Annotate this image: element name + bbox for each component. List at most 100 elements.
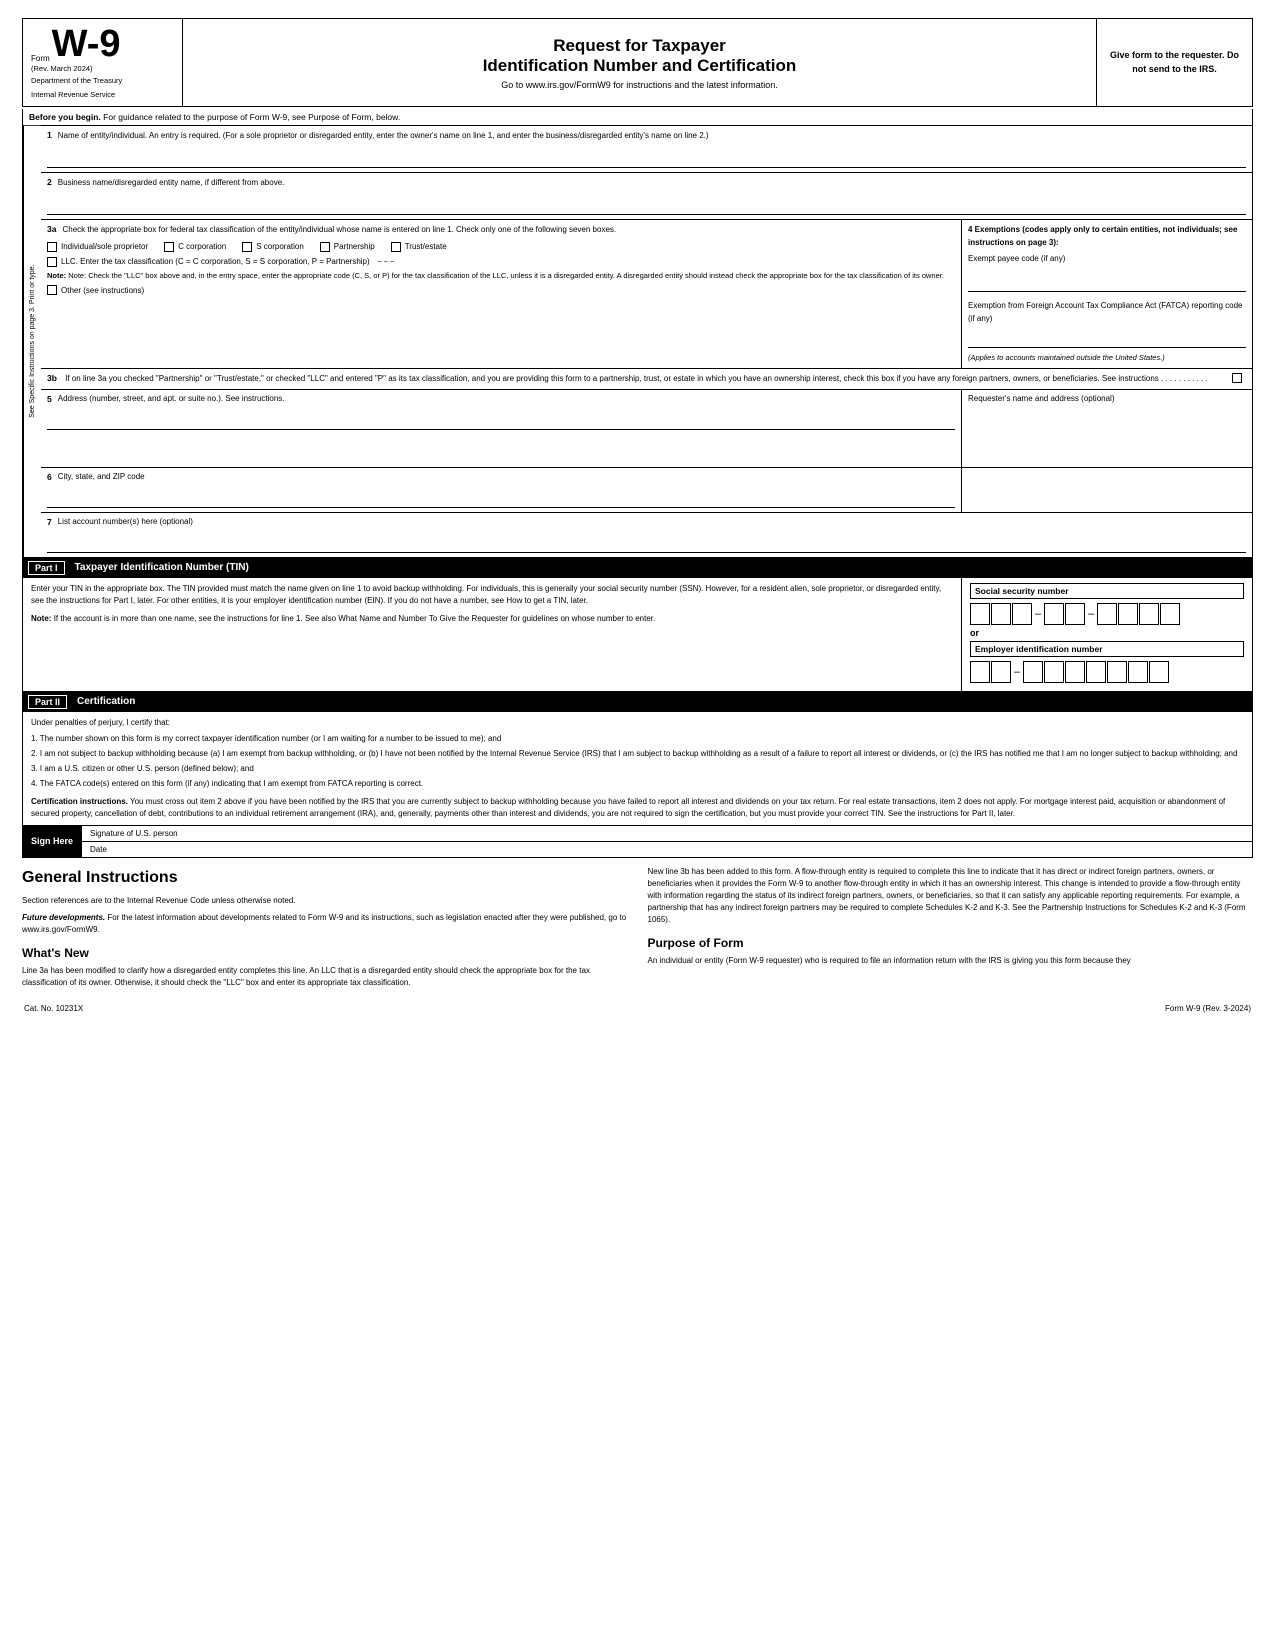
ein-box-2[interactable] (991, 661, 1011, 683)
cb-individual-box[interactable] (47, 242, 57, 252)
form-title-1: Request for Taxpayer (193, 36, 1086, 56)
gi-purpose-title: Purpose of Form (648, 934, 1254, 952)
line6-label: City, state, and ZIP code (58, 472, 145, 482)
line7-input[interactable] (47, 531, 1246, 553)
cert-instructions: Certification instructions. You must cro… (31, 796, 1244, 820)
fatca-input[interactable] (968, 330, 1246, 348)
ein-box-5[interactable] (1065, 661, 1085, 683)
cb-3b-box[interactable] (1232, 373, 1242, 383)
cb-trust[interactable]: Trust/estate (391, 242, 447, 252)
cb-scorp[interactable]: S corporation (242, 242, 304, 252)
address-right: Requester's name and address (optional) (962, 390, 1252, 467)
ein-box-9[interactable] (1149, 661, 1169, 683)
cb-partnership-label: Partnership (334, 242, 375, 251)
cert-list: 1. The number shown on this form is my c… (31, 733, 1244, 790)
before-begin-text: For guidance related to the purpose of F… (103, 112, 400, 122)
city-left: 6 City, state, and ZIP code (41, 468, 962, 512)
line3a-label: Check the appropriate box for federal ta… (62, 224, 616, 236)
address-left: 5 Address (number, street, and apt. or s… (41, 390, 962, 467)
form-title-2: Identification Number and Certification (193, 56, 1086, 76)
line7-label: List account number(s) here (optional) (58, 517, 193, 527)
cb-ccorp-box[interactable] (164, 242, 174, 252)
part1-label: Part I (28, 561, 65, 575)
before-begin-label: Before you begin. (29, 112, 101, 122)
form-header: Form W-9 (Rev. March 2024) Department of… (22, 18, 1253, 107)
exemptions-header: 4 Exemptions (codes apply only to certai… (968, 224, 1246, 250)
ssn-box-9[interactable] (1160, 603, 1180, 625)
cb-other-box[interactable] (47, 285, 57, 295)
part1-note-label: Note: (31, 614, 51, 623)
cb-partnership-box[interactable] (320, 242, 330, 252)
cert-instructions-text: You must cross out item 2 above if you h… (31, 797, 1225, 818)
line5-num: 5 (47, 394, 52, 404)
row-3b: 3b If on line 3a you checked "Partnershi… (41, 369, 1252, 390)
ein-label: Employer identification number (970, 641, 1244, 657)
cb-individual[interactable]: Individual/sole proprietor (47, 242, 148, 252)
cert-intro: Under penalties of perjury, I certify th… (31, 717, 1244, 729)
gi-right-para: New line 3b has been added to this form.… (648, 866, 1254, 926)
ssn-box-2[interactable] (991, 603, 1011, 625)
row-3a-section: 3a Check the appropriate box for federal… (41, 220, 1252, 369)
cert-item-4: 4. The FATCA code(s) entered on this for… (31, 778, 1244, 789)
ein-boxes: – (970, 661, 1244, 683)
part1-right: Social security number – – or Employer i… (962, 578, 1252, 691)
cat-no: Cat. No. 10231X (24, 1004, 83, 1013)
line1-input[interactable] (47, 146, 1246, 168)
part1-header: Part I Taxpayer Identification Number (T… (22, 558, 1253, 578)
city-row: 6 City, state, and ZIP code (41, 468, 1252, 513)
ssn-box-4[interactable] (1044, 603, 1064, 625)
part1-left: Enter your TIN in the appropriate box. T… (23, 578, 962, 691)
line6-input[interactable] (47, 486, 955, 508)
ein-box-8[interactable] (1128, 661, 1148, 683)
cb-trust-box[interactable] (391, 242, 401, 252)
cb-llc-box[interactable] (47, 257, 57, 267)
cb-other-label: Other (see instructions) (61, 286, 144, 295)
cb-llc-label: LLC. Enter the tax classification (C = C… (61, 257, 370, 266)
line2-num: 2 (47, 177, 52, 189)
gi-future-text: For the latest information about develop… (22, 913, 626, 934)
cert-item-3: 3. I am a U.S. citizen or other U.S. per… (31, 763, 1244, 774)
before-begin-section: Before you begin. For guidance related t… (22, 109, 1253, 126)
cb-ccorp[interactable]: C corporation (164, 242, 226, 252)
header-center: Request for Taxpayer Identification Numb… (183, 19, 1097, 106)
ssn-box-8[interactable] (1139, 603, 1159, 625)
sign-sig-area: Date (82, 842, 1252, 857)
general-instructions: General Instructions Section references … (22, 866, 1253, 994)
row-3a-left: 3a Check the appropriate box for federal… (41, 220, 962, 368)
cb-individual-label: Individual/sole proprietor (61, 242, 148, 251)
ein-box-7[interactable] (1107, 661, 1127, 683)
line3b-text: If on line 3a you checked "Partnership" … (65, 374, 1208, 383)
line2-input[interactable] (47, 193, 1246, 215)
ssn-box-3[interactable] (1012, 603, 1032, 625)
ein-box-3[interactable] (1023, 661, 1043, 683)
ein-box-1[interactable] (970, 661, 990, 683)
ssn-box-5[interactable] (1065, 603, 1085, 625)
or-text: or (970, 628, 1244, 638)
gi-purpose-text: An individual or entity (Form W-9 reques… (648, 955, 1254, 967)
cb-ccorp-label: C corporation (178, 242, 226, 251)
gi-left: General Instructions Section references … (22, 866, 628, 994)
ssn-label: Social security number (970, 583, 1244, 599)
header-give-form: Give form to the requester. Do not send … (1097, 19, 1252, 106)
ssn-box-6[interactable] (1097, 603, 1117, 625)
part2-title: Certification (77, 696, 135, 707)
line1-num: 1 (47, 130, 52, 142)
requester-input[interactable] (968, 403, 1246, 463)
gi-whats-new-title: What's New (22, 944, 628, 962)
note-3a: Note: Note: Check the "LLC" box above an… (47, 271, 955, 282)
exempt-payee-input[interactable] (968, 274, 1246, 292)
line5-input[interactable] (47, 408, 955, 430)
cert-item-2: 2. I am not subject to backup withholdin… (31, 748, 1244, 759)
row-3a-right: 4 Exemptions (codes apply only to certai… (962, 220, 1252, 368)
part2-header: Part II Certification (22, 692, 1253, 712)
part1-body: Enter your TIN in the appropriate box. T… (22, 578, 1253, 692)
ein-box-4[interactable] (1044, 661, 1064, 683)
line-2-row: 2 Business name/disregarded entity name,… (41, 173, 1252, 220)
cb-scorp-box[interactable] (242, 242, 252, 252)
ein-box-6[interactable] (1086, 661, 1106, 683)
line2-label: Business name/disregarded entity name, i… (58, 177, 285, 189)
cb-partnership[interactable]: Partnership (320, 242, 375, 252)
ssn-box-1[interactable] (970, 603, 990, 625)
ssn-box-7[interactable] (1118, 603, 1138, 625)
sign-top: Signature of U.S. person (82, 826, 1252, 842)
